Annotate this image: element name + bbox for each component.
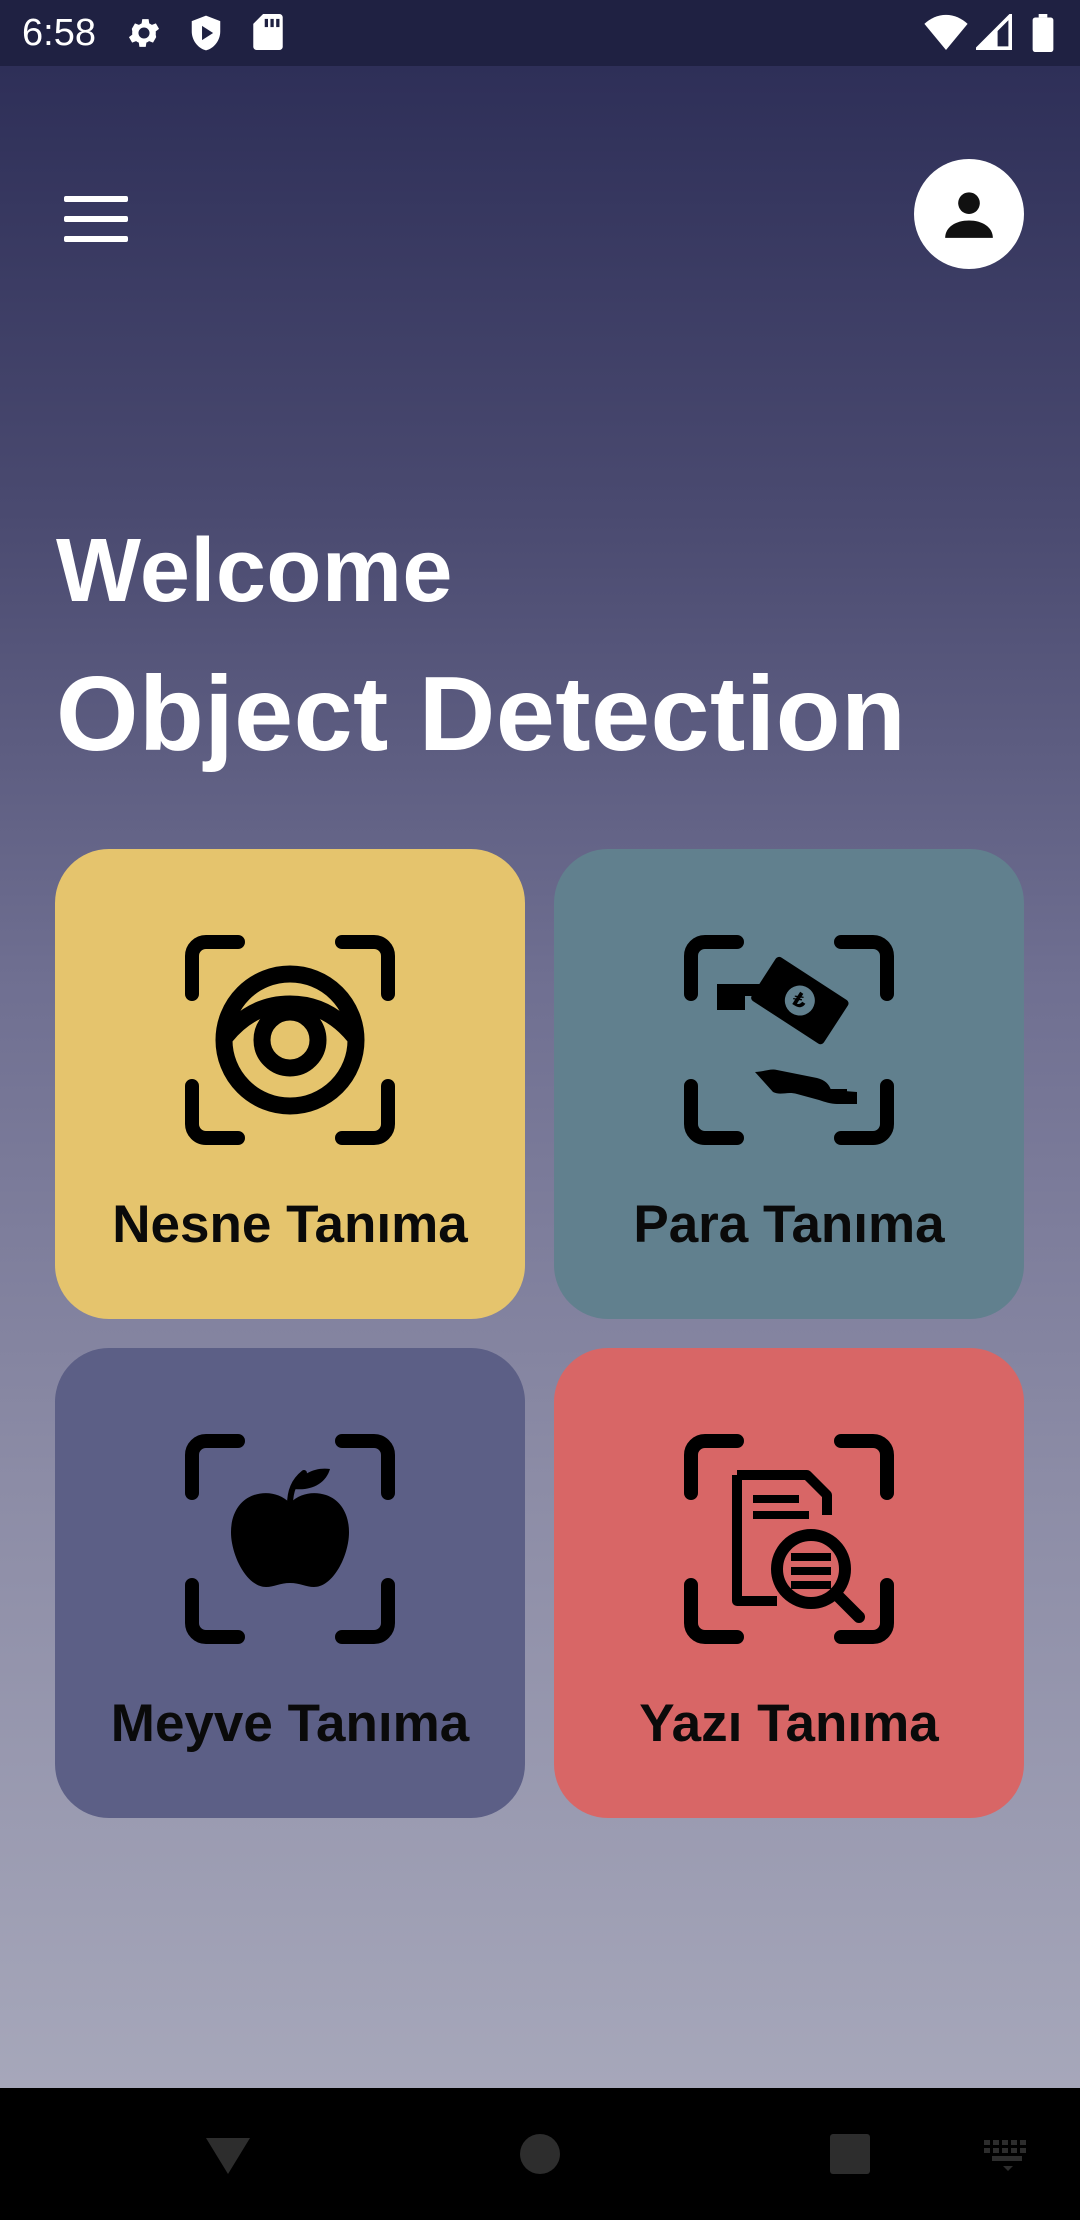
wifi-icon — [924, 14, 968, 50]
app-title: Object Detection — [56, 655, 907, 773]
keyboard-icon[interactable] — [982, 2128, 1034, 2180]
apple-scan-icon — [185, 1434, 395, 1644]
eye-scan-icon — [185, 935, 395, 1145]
status-icons-right — [924, 14, 1064, 52]
object-recognition-label: Nesne Tanıma — [112, 1195, 468, 1254]
money-recognition-label: Para Tanıma — [633, 1195, 945, 1254]
navigation-bar — [0, 2088, 1080, 2220]
settings-icon — [128, 19, 160, 47]
welcome-heading: Welcome — [56, 521, 453, 621]
fruit-recognition-card[interactable]: Meyve Tanıma — [55, 1348, 525, 1818]
status-time: 6:58 — [22, 12, 96, 54]
home-icon[interactable] — [514, 2128, 566, 2180]
shield-play-icon — [191, 15, 221, 51]
menu-button[interactable] — [58, 184, 134, 254]
sd-card-icon — [253, 14, 283, 50]
money-recognition-card[interactable]: ₺ Para Tanıma — [554, 849, 1024, 1319]
signal-icon — [976, 14, 1012, 50]
back-icon[interactable] — [202, 2128, 254, 2180]
recents-icon[interactable] — [824, 2128, 876, 2180]
fruit-recognition-label: Meyve Tanıma — [110, 1694, 470, 1753]
profile-button[interactable] — [914, 159, 1024, 269]
status-bar: 6:58 — [0, 0, 1080, 66]
hamburger-menu-icon — [64, 196, 128, 242]
money-scan-icon: ₺ — [684, 935, 894, 1145]
home-screen: Welcome Object Detection Nesne Tanıma ₺ … — [0, 66, 1080, 2088]
object-recognition-card[interactable]: Nesne Tanıma — [55, 849, 525, 1319]
account-icon — [945, 192, 993, 238]
text-recognition-card[interactable]: Yazı Tanıma — [554, 1348, 1024, 1818]
battery-icon — [1032, 14, 1054, 52]
text-recognition-label: Yazı Tanıma — [639, 1694, 939, 1753]
document-search-scan-icon — [684, 1434, 894, 1644]
